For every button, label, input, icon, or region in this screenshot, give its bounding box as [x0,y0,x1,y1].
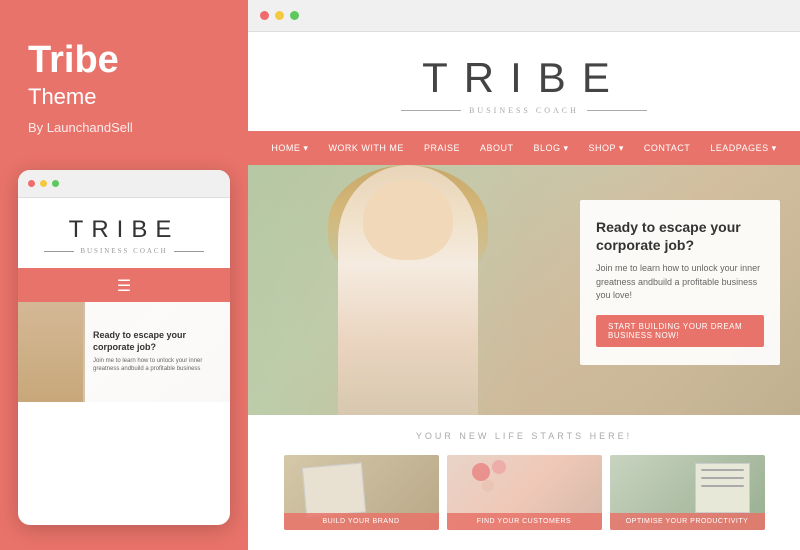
desktop-hero: Ready to escape your corporate job? Join… [248,165,800,415]
nav-praise[interactable]: PRAISE [424,143,460,153]
card-customers-label: Find Your Customers [447,513,602,530]
theme-title: Tribe [28,40,220,82]
desktop-dot-yellow [275,11,284,20]
desktop-logo-divider-left [401,110,461,111]
hero-desc: Join me to learn how to unlock your inne… [596,262,764,303]
hero-content-box: Ready to escape your corporate job? Join… [580,200,780,365]
flower-1 [472,463,490,481]
theme-byline: By LaunchandSell [28,120,220,135]
desktop-browser-bar [248,0,800,32]
desktop-dot-red [260,11,269,20]
card-productivity-decor [695,463,750,513]
card-brand: Build Your Brand [284,455,439,530]
left-panel: Tribe Theme By LaunchandSell TRIBE BUSIN… [0,0,248,550]
hero-face [363,180,453,260]
mobile-logo-divider-right [174,251,204,252]
bottom-tagline: YOUR NEW LIFE STARTS HERE! [258,431,790,441]
mobile-preview: TRIBE BUSINESS COACH ☰ Ready to escape y… [18,170,230,525]
flower-3 [482,480,494,492]
bottom-cards: Build Your Brand Find Your Customers [258,455,790,530]
notebook-line-3 [701,485,744,487]
desktop-logo-text: TRIBE [258,54,790,102]
flower-2 [492,460,506,474]
mobile-dot-red [28,180,35,187]
mobile-browser-bar [18,170,230,198]
card-productivity-label: Optimise Your Productivity [610,513,765,530]
nav-about[interactable]: ABOUT [480,143,514,153]
notebook-line-2 [701,477,744,479]
mobile-logo-line: BUSINESS COACH [28,247,220,255]
mobile-logo-divider-left [44,251,74,252]
mobile-hero-title: Ready to escape your corporate job? [93,330,222,353]
desktop-logo-line: BUSINESS COACH [258,106,790,115]
desktop-bottom: YOUR NEW LIFE STARTS HERE! Build Your Br… [248,415,800,540]
desktop-preview: TRIBE BUSINESS COACH HOME ▾ WORK WITH ME… [248,0,800,550]
mobile-hero-image [18,302,83,402]
mobile-logo-text: TRIBE [28,216,220,244]
nav-contact[interactable]: CONTACT [644,143,690,153]
nav-home[interactable]: HOME ▾ [271,143,308,154]
notebook-line-1 [701,469,744,471]
desktop-logo-divider-right [587,110,647,111]
mobile-hero-desc: Join me to learn how to unlock your inne… [93,357,222,374]
mobile-logo-area: TRIBE BUSINESS COACH [18,198,230,270]
desktop-logo-subtext: BUSINESS COACH [469,106,579,115]
mobile-hero-content: Ready to escape your corporate job? Join… [85,302,230,402]
hero-title: Ready to escape your corporate job? [596,218,764,254]
mobile-hero: Ready to escape your corporate job? Join… [18,302,230,402]
card-brand-decor [301,462,365,517]
mobile-dot-yellow [40,180,47,187]
card-productivity: Optimise Your Productivity [610,455,765,530]
hero-person [298,165,518,415]
nav-blog[interactable]: BLOG ▾ [533,143,568,154]
mobile-dot-green [52,180,59,187]
hamburger-icon[interactable]: ☰ [117,276,131,296]
desktop-nav: HOME ▾ WORK WITH ME PRAISE ABOUT BLOG ▾ … [248,131,800,165]
nav-shop[interactable]: SHOP ▾ [589,143,624,154]
nav-work-with-me[interactable]: WORK WITH ME [328,143,404,153]
card-customers: Find Your Customers [447,455,602,530]
theme-subtitle: Theme [28,84,220,110]
hero-cta-button[interactable]: Start building your dream business now! [596,315,764,347]
desktop-dot-green [290,11,299,20]
card-brand-label: Build Your Brand [284,513,439,530]
mobile-logo-subtext: BUSINESS COACH [80,247,167,255]
mobile-nav-bar: ☰ [18,270,230,302]
nav-leadpages[interactable]: LEADPAGES ▾ [710,143,776,154]
desktop-logo-area: TRIBE BUSINESS COACH [248,32,800,131]
